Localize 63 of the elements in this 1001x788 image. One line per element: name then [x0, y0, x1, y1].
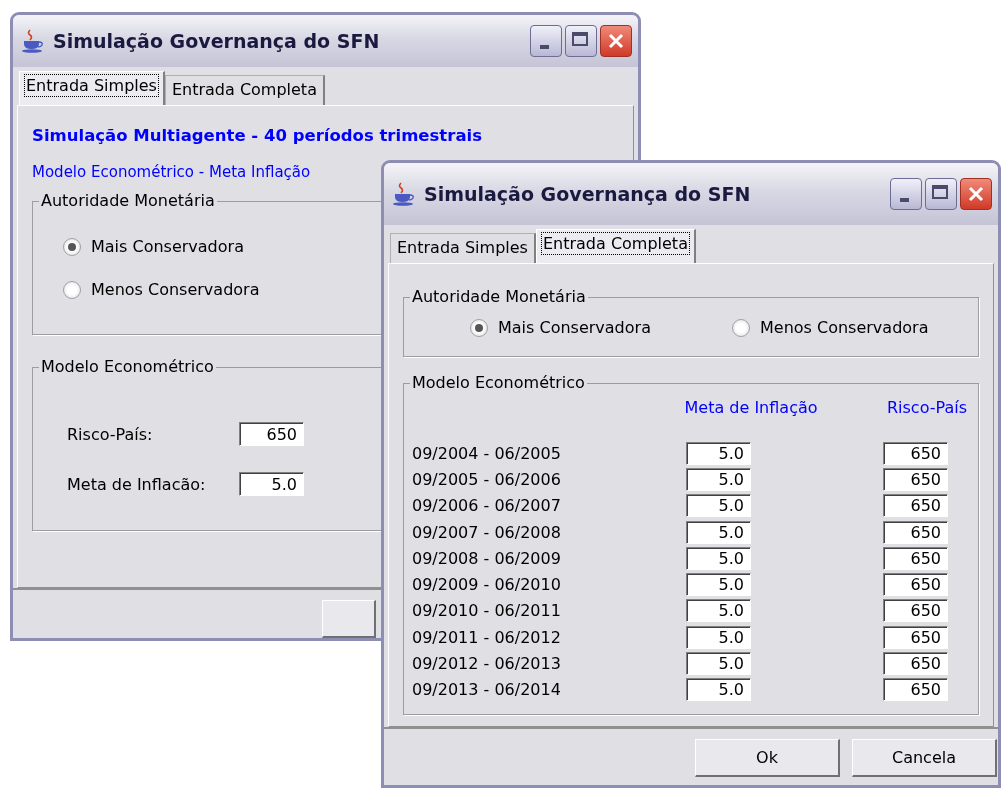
period-label: 09/2008 - 06/2009 — [412, 548, 562, 568]
period-label: 09/2007 - 06/2008 — [412, 522, 562, 542]
input-field[interactable]: 5.0 — [686, 678, 751, 702]
input-field[interactable]: 5.0 — [686, 625, 751, 649]
input-field[interactable]: 5.0 — [686, 599, 751, 623]
period-label: 09/2004 - 06/2005 — [412, 443, 562, 463]
cup-icon — [392, 181, 416, 207]
radio-label: Menos Conservadora — [91, 280, 260, 299]
field-label: Meta de Inflacão: — [67, 474, 207, 494]
input-field[interactable]: 5.0 — [686, 573, 751, 597]
tab[interactable]: Entrada Completa — [164, 75, 325, 105]
input-field[interactable]: 5.0 — [239, 472, 304, 496]
tab[interactable]: Entrada Simples — [390, 233, 536, 263]
input-field[interactable]: 650 — [883, 652, 948, 675]
close-button[interactable] — [960, 178, 992, 210]
subheading: Modelo Econométrico - Meta Inflação — [32, 163, 312, 181]
tab[interactable]: Entrada Simples — [19, 71, 165, 105]
input-field[interactable]: 5.0 — [686, 546, 751, 570]
period-label: 09/2012 - 06/2013 — [412, 654, 562, 673]
period-label: 09/2010 - 06/2011 — [412, 601, 562, 621]
close-button[interactable] — [600, 25, 632, 57]
minimize-button[interactable] — [530, 25, 562, 57]
period-label: 09/2013 - 06/2014 — [412, 680, 562, 700]
minimize-button[interactable] — [890, 178, 922, 210]
column-header: Meta de Inflação — [684, 398, 818, 417]
input-field[interactable]: 650 — [883, 599, 948, 623]
period-label: 09/2009 - 06/2010 — [412, 575, 562, 595]
tab[interactable]: Entrada Completa — [535, 229, 696, 263]
input-field[interactable]: 5.0 — [686, 467, 751, 491]
period-label: 09/2011 - 06/2012 — [412, 627, 562, 647]
input-field[interactable]: 650 — [883, 467, 948, 491]
radio-button[interactable] — [63, 280, 81, 299]
radio-label: Mais Conservadora — [91, 237, 244, 256]
cup-icon — [21, 28, 45, 54]
window-title: Simulação Governança do SFN — [424, 183, 751, 205]
input-field[interactable]: 650 — [883, 678, 948, 702]
radio-button[interactable] — [63, 237, 81, 256]
input-field[interactable]: 5.0 — [686, 494, 751, 518]
input-field[interactable]: 650 — [883, 625, 948, 649]
period-label: 09/2006 - 06/2007 — [412, 496, 562, 516]
input-field[interactable]: 650 — [883, 520, 948, 544]
period-label: 09/2005 - 06/2006 — [412, 469, 562, 489]
radio-label: Menos Conservadora — [760, 318, 929, 337]
input-field[interactable]: 650 — [883, 573, 948, 597]
input-field[interactable]: 650 — [883, 441, 948, 465]
heading: Simulação Multiagente - 40 períodos trimestrais — [32, 126, 483, 145]
input-field[interactable]: 650 — [239, 422, 304, 446]
window-title: Simulação Governança do SFN — [53, 30, 380, 52]
column-header: Risco-País — [886, 398, 968, 417]
field-label: Risco-País: — [67, 424, 154, 444]
input-field[interactable]: 5.0 — [686, 441, 751, 465]
button[interactable] — [322, 600, 376, 638]
maximize-button[interactable] — [925, 178, 957, 210]
dialog-button[interactable]: Ok — [695, 739, 840, 777]
input-field[interactable]: 5.0 — [686, 652, 751, 675]
input-field[interactable]: 650 — [883, 494, 948, 518]
radio-button[interactable] — [732, 318, 750, 337]
dialog-button[interactable]: Cancela — [852, 739, 997, 777]
maximize-button[interactable] — [565, 25, 597, 57]
input-field[interactable]: 5.0 — [686, 520, 751, 544]
input-field[interactable]: 650 — [883, 546, 948, 570]
radio-label: Mais Conservadora — [498, 318, 651, 337]
radio-button[interactable] — [470, 318, 488, 337]
